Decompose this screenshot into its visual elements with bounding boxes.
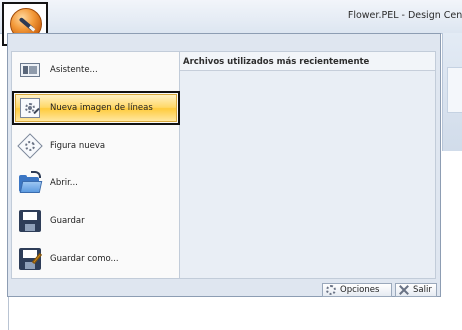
wizard-icon	[18, 58, 42, 82]
options-button[interactable]: Opciones	[322, 283, 392, 297]
menu-item-label: Figura nueva	[50, 141, 106, 151]
exit-button[interactable]: Salir	[395, 283, 437, 297]
menu-item-new-line-image[interactable]: Nueva imagen de líneas	[12, 91, 180, 125]
menu-item-label: Abrir...	[50, 178, 78, 188]
menu-item-label: Nueva imagen de líneas	[50, 103, 153, 113]
window-title: Flower.PEL - Design Cent	[347, 10, 462, 21]
open-folder-icon	[18, 171, 43, 195]
menu-item-save-as[interactable]: Guardar como...	[15, 245, 177, 273]
recent-files-panel: Archivos utilizados más recientemente	[180, 51, 436, 279]
command-list: Asistente... Nueva imagen de líneas Figu…	[11, 51, 180, 279]
ribbon-edge	[442, 33, 462, 151]
menu-item-label: Guardar	[50, 216, 85, 226]
application-menu: Asistente... Nueva imagen de líneas Figu…	[7, 33, 441, 297]
options-button-label: Opciones	[340, 285, 380, 295]
menu-item-label: Guardar como...	[50, 254, 119, 264]
line-image-icon	[18, 96, 42, 120]
menu-item-open[interactable]: Abrir...	[15, 169, 177, 197]
menu-item-save[interactable]: Guardar	[15, 207, 177, 235]
close-icon	[398, 284, 410, 296]
title-bar: Flower.PEL - Design Cent	[0, 0, 462, 34]
recent-files-heading: Archivos utilizados más recientemente	[180, 52, 435, 71]
divider	[8, 297, 9, 330]
new-shape-icon	[17, 133, 43, 159]
gear-icon	[325, 284, 337, 296]
exit-button-label: Salir	[413, 285, 432, 295]
menu-item-new-shape[interactable]: Figura nueva	[15, 132, 177, 160]
save-as-icon	[18, 247, 43, 271]
menu-item-wizard[interactable]: Asistente...	[15, 56, 177, 84]
menu-item-label: Asistente...	[50, 65, 98, 75]
save-icon	[18, 209, 42, 233]
